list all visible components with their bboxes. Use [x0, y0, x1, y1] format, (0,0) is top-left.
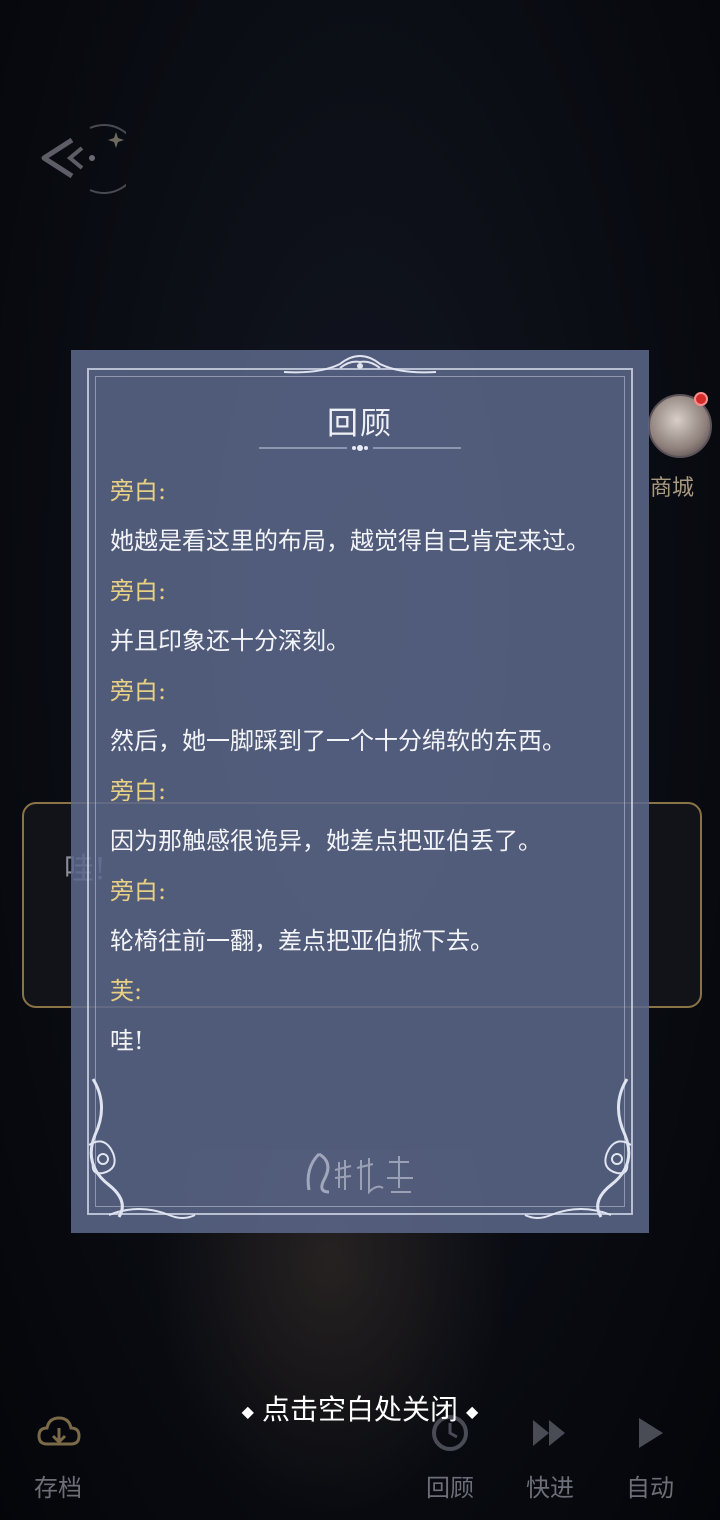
notification-dot: [694, 392, 708, 406]
log-entry: 旁白: 她越是看这里的布局，越觉得自己肯定来过。: [110, 466, 630, 566]
logo-watermark: [306, 1152, 413, 1195]
shop-label: 商城: [650, 476, 695, 501]
log-speaker: 旁白:: [110, 577, 167, 605]
log-text: 然后，她一脚踩到了一个十分绵软的东西。: [110, 727, 566, 755]
back-arrow-icon: [41, 124, 139, 194]
auto-label: 自动: [626, 1474, 674, 1502]
review-title: 回顾: [327, 406, 393, 442]
review-label: 回顾: [426, 1474, 474, 1502]
corner-ornament-icon: [524, 1078, 632, 1219]
review-log[interactable]: 旁白: 她越是看这里的布局，越觉得自己肯定来过。 旁白: 并且印象还十分深刻。 …: [110, 466, 630, 1066]
log-entry: 芙: 哇!: [110, 966, 630, 1066]
log-speaker: 旁白:: [110, 477, 167, 505]
log-entry: 旁白: 因为那触感很诡异，她差点把亚伯丢了。: [110, 766, 630, 866]
diamond-icon: ◆: [466, 1401, 479, 1421]
log-text: 因为那触感很诡异，她差点把亚伯丢了。: [110, 827, 542, 855]
close-hint-text: 点击空白处关闭: [261, 1393, 458, 1426]
log-entry: 旁白: 轮椅往前一翻，差点把亚伯掀下去。: [110, 866, 630, 966]
diamond-icon: ◆: [241, 1401, 254, 1421]
back-button[interactable]: [30, 118, 139, 198]
save-label: 存档: [34, 1474, 82, 1502]
log-text: 并且印象还十分深刻。: [110, 627, 350, 655]
log-speaker: 旁白:: [110, 877, 167, 905]
close-hint[interactable]: ◆ 点击空白处关闭 ◆: [0, 1388, 720, 1428]
log-text: 她越是看这里的布局，越觉得自己肯定来过。: [110, 527, 590, 555]
shop-button[interactable]: 商城: [644, 392, 716, 502]
log-speaker: 旁白:: [110, 777, 167, 805]
log-entry: 旁白: 然后，她一脚踩到了一个十分绵软的东西。: [110, 666, 630, 766]
log-text: 轮椅往前一翻，差点把亚伯掀下去。: [110, 927, 494, 955]
log-text: 哇!: [110, 1027, 144, 1055]
corner-ornament-icon: [88, 1078, 196, 1219]
title-divider: [259, 445, 461, 451]
log-speaker: 旁白:: [110, 677, 167, 705]
log-speaker: 芙:: [110, 977, 143, 1005]
log-entry: 旁白: 并且印象还十分深刻。: [110, 566, 630, 666]
fast-forward-label: 快进: [526, 1474, 574, 1502]
top-ornament-icon: [283, 354, 437, 374]
review-panel[interactable]: 回顾 旁白: 她越是看这里的布局，越觉得自己肯定来过。 旁白: 并且印象还十分深…: [71, 350, 649, 1233]
